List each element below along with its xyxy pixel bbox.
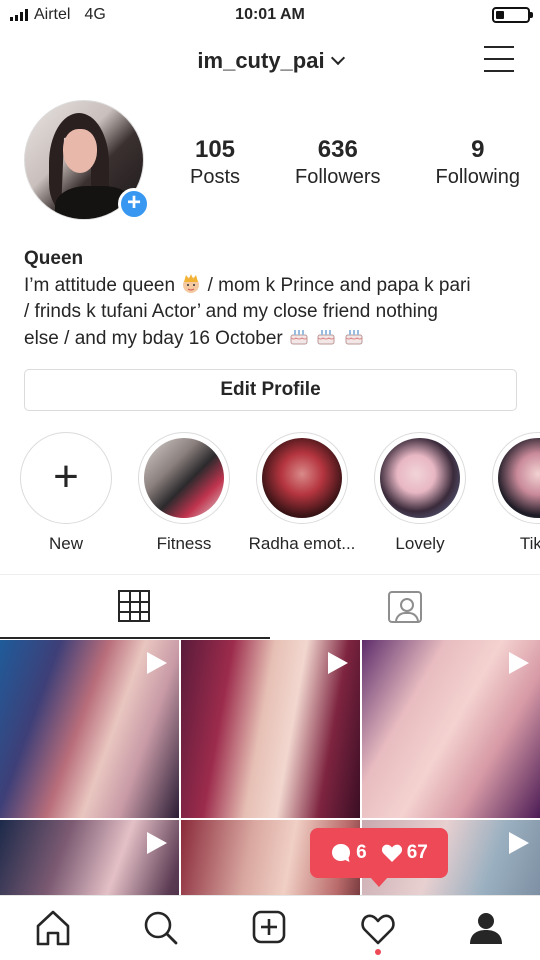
clock: 10:01 AM	[235, 6, 305, 23]
activity-tab[interactable]	[353, 906, 403, 950]
battery-icon	[492, 7, 533, 23]
heart-icon	[381, 844, 402, 862]
tab-grid[interactable]	[0, 575, 270, 639]
bio-text: / mom k Prince and papa k pari	[207, 275, 471, 296]
profile-stats: 105 Posts 636 Followers 9 Following	[190, 136, 520, 190]
plus-icon: +	[53, 452, 79, 501]
highlight-tikto[interactable]: Tikto	[482, 432, 540, 554]
highlight-radha[interactable]: Radha emot...	[246, 432, 358, 554]
heart-outline-icon	[361, 914, 395, 945]
edit-profile-button[interactable]: Edit Profile	[24, 369, 517, 411]
profile-icon	[470, 913, 502, 944]
highlight-label: Fitness	[156, 534, 212, 553]
highlight-ring: +	[20, 432, 112, 524]
story-highlights: + New Fitness Radha emot... Lovely Tikto	[0, 432, 540, 554]
cake-emoji-icon	[345, 330, 363, 345]
highlight-ring	[492, 432, 540, 524]
home-tab[interactable]	[28, 906, 78, 950]
queen-emoji-icon	[183, 274, 200, 293]
highlight-label: Radha emot...	[248, 534, 356, 553]
bottom-navigation	[0, 895, 540, 960]
bio-text: else / and my bday 16 October	[24, 328, 283, 349]
account-switcher[interactable]: im_cuty_pai	[0, 48, 540, 74]
profile-tab[interactable]	[461, 906, 511, 950]
tagged-icon	[388, 591, 422, 623]
cake-emoji-icon	[317, 330, 335, 345]
comments-notification: 6	[330, 842, 367, 864]
grid-icon	[118, 590, 150, 622]
tab-tagged[interactable]	[270, 575, 540, 639]
highlight-new[interactable]: + New	[10, 432, 122, 554]
video-play-icon	[147, 652, 167, 674]
highlight-ring	[374, 432, 466, 524]
likes-count: 67	[406, 842, 428, 863]
profile-bio: Queen I’m attitude queen / mom k Prince …	[24, 246, 524, 352]
posts-grid	[0, 640, 540, 895]
video-play-icon	[509, 832, 529, 854]
new-post-tab[interactable]	[244, 906, 294, 950]
activity-indicator-dot	[375, 949, 381, 955]
stat-value: 105	[194, 136, 236, 163]
hamburger-menu-icon[interactable]	[484, 46, 514, 72]
profile-avatar[interactable]: +	[24, 100, 150, 224]
highlight-ring	[138, 432, 230, 524]
highlight-lovely[interactable]: Lovely	[364, 432, 476, 554]
comments-count: 6	[356, 842, 367, 863]
home-icon	[36, 910, 70, 946]
post-thumbnail[interactable]	[362, 640, 540, 818]
stat-value: 636	[317, 136, 358, 163]
video-play-icon	[147, 832, 167, 854]
posts-count[interactable]: 105 Posts	[190, 136, 240, 190]
search-tab[interactable]	[136, 906, 186, 950]
highlight-ring	[256, 432, 348, 524]
comment-icon	[332, 844, 351, 862]
video-play-icon	[328, 652, 348, 674]
chevron-down-icon	[330, 50, 345, 66]
stat-label: Followers	[294, 166, 381, 188]
stat-label: Posts	[190, 166, 241, 188]
bio-line: else / and my bday 16 October	[24, 325, 524, 352]
highlight-label: New	[48, 534, 83, 553]
add-post-icon	[252, 910, 286, 944]
followers-count[interactable]: 636 Followers	[295, 136, 381, 190]
highlight-fitness[interactable]: Fitness	[128, 432, 240, 554]
add-story-icon[interactable]: +	[118, 188, 150, 220]
cake-emoji-icon	[290, 330, 308, 345]
profile-tabs	[0, 574, 540, 639]
status-bar: Airtel 4G 10:01 AM	[0, 0, 540, 30]
activity-notification[interactable]: 6 67	[310, 828, 448, 887]
bio-line: / frinds k tufani Actor’ and my close fr…	[24, 301, 438, 322]
post-thumbnail[interactable]	[181, 640, 360, 818]
stat-label: Following	[435, 166, 520, 188]
post-thumbnail[interactable]	[0, 820, 179, 895]
username: im_cuty_pai	[197, 48, 325, 73]
profile-name: Queen	[24, 248, 84, 269]
post-thumbnail[interactable]	[0, 640, 179, 818]
highlight-label: Lovely	[395, 534, 445, 553]
video-play-icon	[509, 652, 529, 674]
stat-value: 9	[471, 136, 485, 163]
following-count[interactable]: 9 Following	[436, 136, 520, 190]
profile-header-bar: im_cuty_pai	[0, 38, 540, 86]
bio-text: I’m attitude queen	[24, 275, 176, 296]
bio-line: I’m attitude queen / mom k Prince and pa…	[24, 272, 524, 299]
search-icon	[144, 911, 178, 945]
likes-notification: 67	[381, 842, 428, 864]
highlight-label: Tikto	[519, 534, 540, 553]
